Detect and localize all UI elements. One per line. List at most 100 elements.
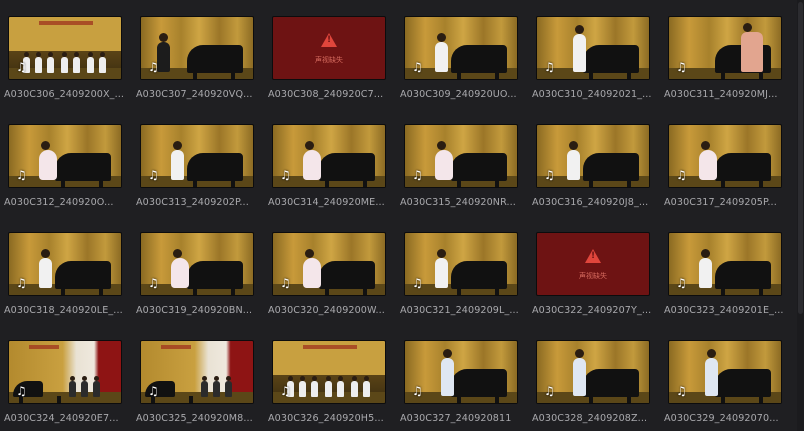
- clip-thumbnail[interactable]: ♫: [536, 340, 650, 404]
- music-note-icon: ♫: [412, 276, 423, 290]
- clip-item[interactable]: ♫ A030C306_2409200X_...: [4, 16, 124, 106]
- clip-thumbnail[interactable]: ♫: [140, 232, 254, 296]
- piano: [583, 45, 639, 79]
- clip-filename: A030C308_240920C7...: [268, 89, 384, 100]
- music-note-icon: ♫: [148, 60, 159, 74]
- clip-item[interactable]: ♫ A030C320_2409200W...: [268, 232, 386, 322]
- clip-thumbnail[interactable]: ♫: [272, 340, 386, 404]
- clip-thumbnail[interactable]: ♫: [668, 340, 782, 404]
- clip-item[interactable]: ♫ A030C317_2409205P...: [664, 124, 782, 214]
- clip-item[interactable]: ♫ A030C327_240920811: [400, 340, 518, 430]
- piano: [451, 261, 507, 295]
- clip-item[interactable]: ♫ A030C312_240920O...: [4, 124, 122, 214]
- performer-figure: [435, 33, 448, 72]
- piano: [583, 153, 639, 187]
- clip-thumbnail[interactable]: ♫: [140, 124, 254, 188]
- music-note-icon: ♫: [148, 384, 159, 398]
- performer-figure: [363, 376, 370, 397]
- clip-filename: A030C306_2409200X_...: [4, 89, 125, 100]
- performer-figure: [441, 349, 454, 396]
- piano: [715, 153, 771, 187]
- performer-figure: [39, 249, 52, 288]
- clip-thumbnail[interactable]: ♫: [404, 340, 518, 404]
- clip-filename: A030C318_240920LE_...: [4, 305, 123, 316]
- performer-figure: [351, 376, 358, 397]
- clip-item[interactable]: ♫ A030C311_240920MJ...: [664, 16, 782, 106]
- clip-thumbnail[interactable]: ♫: [404, 232, 518, 296]
- clip-thumbnail[interactable]: ♫: [404, 16, 518, 80]
- performer-figure: [299, 376, 306, 397]
- clip-thumbnail[interactable]: ♫: [668, 124, 782, 188]
- clip-item[interactable]: 声视缺失 A030C308_240920C7...: [268, 16, 386, 106]
- clip-filename: A030C327_240920811: [400, 413, 512, 424]
- performer-figure: [573, 25, 586, 72]
- stage-banner: [29, 345, 59, 349]
- clip-thumbnail[interactable]: ♫: [668, 16, 782, 80]
- music-note-icon: ♫: [148, 276, 159, 290]
- clip-thumbnail[interactable]: ♫: [140, 340, 254, 404]
- clip-item[interactable]: ♫ A030C324_240920E7...: [4, 340, 122, 430]
- music-note-icon: ♫: [16, 276, 27, 290]
- clip-item[interactable]: ♫ A030C326_240920H5...: [268, 340, 386, 430]
- clip-item[interactable]: ♫ A030C309_240920UO...: [400, 16, 518, 106]
- clip-thumbnail[interactable]: ♫: [8, 340, 122, 404]
- offline-warning-text: 声视缺失: [315, 56, 343, 64]
- clip-filename: A030C314_240920ME...: [268, 197, 385, 208]
- scrollbar-thumb[interactable]: [798, 2, 803, 314]
- music-note-icon: ♫: [544, 384, 555, 398]
- clip-item[interactable]: ♫ A030C313_2409202P...: [136, 124, 254, 214]
- clip-item[interactable]: ♫ A030C316_240920J8_...: [532, 124, 650, 214]
- clip-thumbnail[interactable]: ♫: [8, 124, 122, 188]
- clip-thumbnail[interactable]: ♫: [404, 124, 518, 188]
- clip-item[interactable]: ♫ A030C319_240920BN...: [136, 232, 254, 322]
- music-note-icon: ♫: [280, 276, 291, 290]
- clip-filename: A030C316_240920J8_...: [532, 197, 649, 208]
- performer-figure: [337, 376, 344, 397]
- performer-figure: [171, 141, 184, 180]
- clip-filename: A030C323_2409201E_...: [664, 305, 784, 316]
- clip-thumbnail[interactable]: 声视缺失: [536, 232, 650, 296]
- clip-item[interactable]: ♫ A030C315_240920NR...: [400, 124, 518, 214]
- media-pool-grid: ♫ A030C306_2409200X_... ♫ A030C307_240920VQ…: [0, 0, 804, 431]
- offline-warning-text: 声视缺失: [579, 272, 607, 280]
- clip-filename: A030C312_240920O...: [4, 197, 114, 208]
- clip-thumbnail[interactable]: ♫: [536, 124, 650, 188]
- clip-item[interactable]: ♫ A030C325_240920M8...: [136, 340, 254, 430]
- performer-figure: [61, 52, 68, 73]
- clip-thumbnail[interactable]: ♫: [8, 16, 122, 80]
- performer-figure: [213, 376, 220, 397]
- clip-thumbnail[interactable]: ♫: [8, 232, 122, 296]
- stage-banner: [303, 345, 357, 349]
- performer-figure: [225, 376, 232, 397]
- clip-thumbnail[interactable]: ♫: [668, 232, 782, 296]
- music-note-icon: ♫: [676, 60, 687, 74]
- clip-item[interactable]: ♫ A030C314_240920ME...: [268, 124, 386, 214]
- clip-thumbnail[interactable]: 声视缺失: [272, 16, 386, 80]
- clip-thumbnail[interactable]: ♫: [272, 232, 386, 296]
- performer-figure: [81, 376, 88, 397]
- clip-item[interactable]: ♫ A030C323_2409201E_...: [664, 232, 783, 322]
- clip-thumbnail[interactable]: ♫: [536, 16, 650, 80]
- piano: [319, 153, 375, 187]
- performer-figure: [325, 376, 332, 397]
- clip-item[interactable]: 声视缺失 A030C322_2409207Y_...: [532, 232, 651, 322]
- clip-filename: A030C321_2409209L_...: [400, 305, 519, 316]
- clip-item[interactable]: ♫ A030C307_240920VQ...: [136, 16, 254, 106]
- music-note-icon: ♫: [280, 384, 291, 398]
- piano: [715, 369, 771, 403]
- vertical-scrollbar[interactable]: [797, 0, 804, 431]
- clip-item[interactable]: ♫ A030C310_24092021_...: [532, 16, 651, 106]
- clip-thumbnail[interactable]: ♫: [140, 16, 254, 80]
- clip-item[interactable]: ♫ A030C328_2409208Z...: [532, 340, 650, 430]
- clip-filename: A030C315_240920NR...: [400, 197, 516, 208]
- performer-figure: [303, 249, 321, 288]
- clip-thumbnail[interactable]: ♫: [272, 124, 386, 188]
- piano: [451, 369, 507, 403]
- piano: [187, 153, 243, 187]
- piano: [715, 261, 771, 295]
- music-note-icon: ♫: [544, 60, 555, 74]
- clip-item[interactable]: ♫ A030C318_240920LE_...: [4, 232, 123, 322]
- clip-item[interactable]: ♫ A030C329_24092070...: [664, 340, 782, 430]
- clip-item[interactable]: ♫ A030C321_2409209L_...: [400, 232, 519, 322]
- clip-filename: A030C320_2409200W...: [268, 305, 385, 316]
